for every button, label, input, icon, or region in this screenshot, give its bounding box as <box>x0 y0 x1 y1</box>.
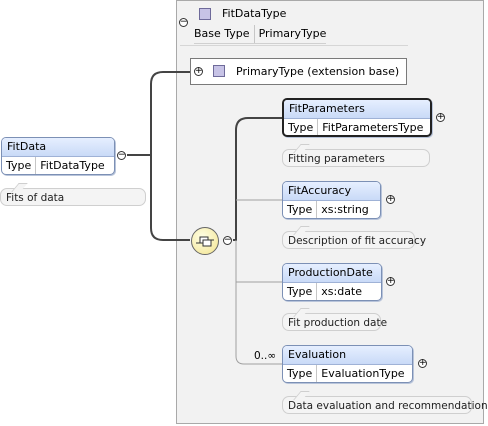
type-label: Type <box>284 119 319 135</box>
expand-fitparameters-icon[interactable]: + <box>436 113 445 122</box>
root-annotation: Fits of data <box>0 188 146 206</box>
evaluation-occurrence: 0..∞ <box>254 350 277 362</box>
child-element-productiondate[interactable]: ProductionDate Type xs:date <box>282 263 382 301</box>
element-type-row: Type xs:string <box>283 201 380 218</box>
element-type-row: Type FitDataType <box>2 157 114 174</box>
sequence-compositor-icon[interactable] <box>191 227 219 255</box>
child-element-fitaccuracy[interactable]: FitAccuracy Type xs:string <box>282 181 381 219</box>
element-name: FitData <box>2 138 114 157</box>
fitparameters-annotation: Fitting parameters <box>282 149 430 167</box>
type-label: Type <box>283 201 318 218</box>
fitaccuracy-annotation: Description of fit accuracy <box>282 231 426 249</box>
type-label: Type <box>283 365 318 382</box>
element-name: ProductionDate <box>283 264 381 283</box>
type-value: xs:date <box>321 285 363 298</box>
element-name: FitAccuracy <box>283 182 380 201</box>
type-value: FitDataType <box>40 159 105 172</box>
type-value: xs:string <box>321 203 369 216</box>
element-name: Evaluation <box>283 346 412 365</box>
type-value: FitParametersType <box>322 121 424 134</box>
element-type-row: Type EvaluationType <box>283 365 412 382</box>
type-label: Type <box>2 157 37 174</box>
extension-type-icon <box>213 65 225 77</box>
child-element-evaluation[interactable]: Evaluation Type EvaluationType <box>282 345 413 383</box>
root-element-fitdata[interactable]: FitData Type FitDataType <box>1 137 115 175</box>
child-element-fitparameters[interactable]: FitParameters Type FitParametersType <box>282 98 432 137</box>
element-name: FitParameters <box>284 100 430 119</box>
expand-productiondate-icon[interactable]: + <box>386 277 395 286</box>
type-value: EvaluationType <box>321 367 405 380</box>
root-collapse-icon[interactable]: − <box>117 151 126 160</box>
element-type-row: Type xs:date <box>283 283 381 300</box>
extension-base-label: PrimaryType (extension base) <box>236 65 400 78</box>
expand-extension-icon[interactable]: + <box>194 67 203 76</box>
expand-fitaccuracy-icon[interactable]: + <box>386 195 395 204</box>
expand-evaluation-icon[interactable]: + <box>418 359 427 368</box>
productiondate-annotation: Fit production date <box>282 313 387 331</box>
evaluation-annotation: Data evaluation and recommendation <box>282 396 488 414</box>
element-type-row: Type FitParametersType <box>284 119 430 135</box>
sequence-collapse-icon[interactable]: − <box>223 236 232 245</box>
type-label: Type <box>283 283 318 300</box>
